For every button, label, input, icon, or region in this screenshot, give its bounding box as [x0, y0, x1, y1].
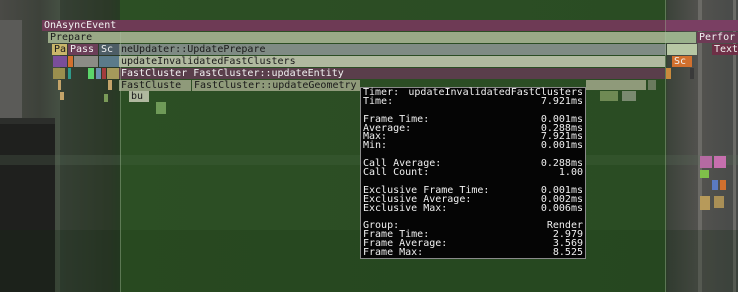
track-row2-right-a: [667, 44, 697, 55]
left-block-2: [104, 94, 108, 102]
segment-red-1[interactable]: [102, 68, 106, 79]
track-prepare[interactable]: Prepare: [48, 32, 665, 43]
tooltip-min-value: 0.001ms: [540, 140, 583, 152]
frame-marker-right: [665, 0, 666, 292]
right-block-tan: [700, 196, 710, 210]
track-sc[interactable]: Sc: [99, 44, 121, 55]
segment-row5-b[interactable]: [108, 80, 112, 90]
segment-steel[interactable]: [99, 56, 119, 67]
segment-orange-small[interactable]: [68, 56, 73, 67]
tooltip-time-label: Time:: [363, 95, 394, 107]
track-update-invalidated-fast-clusters[interactable]: updateInvalidatedFastClusters: [119, 56, 665, 67]
segment-olive-1[interactable]: [53, 68, 65, 79]
segment-row6-green-b[interactable]: [600, 91, 618, 101]
segment-green-1[interactable]: [88, 68, 94, 79]
tooltip-min-label: Min:: [363, 140, 388, 152]
track-onasyncevent-right[interactable]: [666, 20, 738, 31]
right-block-pink-2: [714, 156, 726, 168]
segment-row6-green[interactable]: [156, 102, 166, 114]
tooltip-group-frame-max-label: Frame Max:: [363, 247, 424, 259]
frame-marker-left: [120, 32, 121, 292]
segment-row5-right: [586, 80, 646, 90]
track-fast-cluster-update-geometry[interactable]: FastCluster::updateGeometry: [192, 80, 360, 91]
track-text[interactable]: Text: [712, 44, 738, 55]
segment-row4-right: [666, 68, 671, 79]
track-fast-cluster-update-entity[interactable]: FastCluster FastCluster::updateEntity: [119, 68, 665, 79]
track-prepare-gap: [665, 32, 696, 43]
tooltip-excl-max-value: 0.006ms: [540, 202, 583, 214]
tooltip-min-row: Min: 0.001ms: [363, 140, 583, 152]
segment-row4-right-b: [690, 68, 694, 79]
timer-tooltip: Timer: updateInvalidatedFastClusters Tim…: [360, 87, 586, 259]
track-onasyncevent[interactable]: OnAsyncEvent: [42, 20, 666, 31]
track-pa[interactable]: Pa: [52, 44, 67, 55]
right-block-green: [700, 170, 709, 178]
tooltip-group-frame-max-row: Frame Max: 8.525: [363, 247, 583, 259]
tooltip-call-count-value: 1.00: [558, 167, 583, 179]
tooltip-excl-max-row: Exclusive Max: 0.006ms: [363, 202, 583, 214]
tooltip-time-row: Time: 7.921ms: [363, 95, 583, 107]
tooltip-time-value: 7.921ms: [540, 95, 583, 107]
track-bu[interactable]: bu: [129, 91, 149, 102]
segment-row6-gray[interactable]: [622, 91, 636, 101]
segment-gray-small[interactable]: [74, 56, 98, 67]
right-block-blue: [712, 180, 718, 190]
track-update-prepare[interactable]: neUpdater::UpdatePrepare: [119, 44, 666, 55]
tooltip-call-count-row: Call Count: 1.00: [363, 167, 583, 179]
tooltip-excl-max-label: Exclusive Max:: [363, 202, 448, 214]
segment-row5-right-b: [648, 80, 656, 90]
segment-teal-1[interactable]: [68, 68, 71, 79]
tooltip-call-count-label: Call Count:: [363, 167, 430, 179]
segment-blue-1[interactable]: [96, 68, 101, 79]
segment-olive-2[interactable]: [107, 68, 119, 79]
track-fast-cluster-short[interactable]: FastCluste: [119, 80, 191, 91]
scene-left-structure-top: [0, 118, 55, 124]
tooltip-group-frame-max-value: 8.525: [552, 247, 583, 259]
right-block-pink-1: [700, 156, 712, 168]
track-performance[interactable]: Perfor: [697, 32, 738, 43]
segment-purple-small[interactable]: [53, 56, 67, 67]
right-block-tan-2: [714, 196, 724, 208]
right-block-orange: [720, 180, 726, 190]
segment-row5-a[interactable]: [58, 80, 61, 90]
left-block-1: [60, 92, 64, 100]
track-pass[interactable]: Pass: [68, 44, 98, 55]
track-sc-right[interactable]: Sc: [672, 56, 692, 67]
